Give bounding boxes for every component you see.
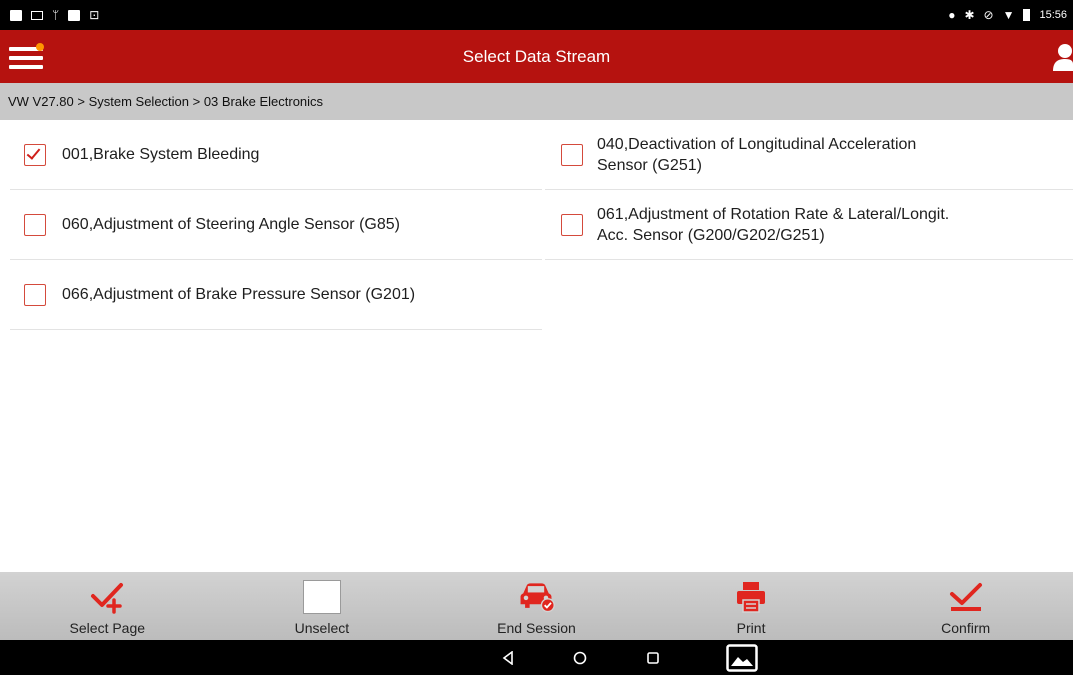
item-label-line: 061,Adjustment of Rotation Rate & Latera… — [597, 205, 950, 223]
item-label-line: Acc. Sensor (G200/G202/G251) — [597, 226, 825, 244]
checkbox-checked[interactable] — [24, 143, 46, 166]
confirm-label: Confirm — [941, 620, 991, 636]
usb-icon: ᛘ — [52, 8, 60, 22]
cast-icon — [31, 10, 43, 20]
checkbox[interactable] — [24, 283, 46, 306]
printer-icon — [731, 579, 771, 615]
check-icon — [26, 144, 41, 160]
list-item[interactable]: 066,Adjustment of Brake Pressure Sensor … — [10, 260, 542, 330]
hamburger-menu-icon[interactable] — [9, 41, 49, 73]
app-bar: Select Data Stream — [0, 30, 1073, 83]
select-page-icon — [87, 579, 127, 615]
print-button[interactable]: Print — [644, 572, 859, 640]
navigation-bar — [0, 640, 1073, 675]
wifi-icon: ▼ — [1002, 8, 1015, 22]
item-label: 060,Adjustment of Steering Angle Sensor … — [62, 216, 400, 233]
checkbox[interactable] — [561, 143, 583, 166]
unselect-button[interactable]: Unselect — [215, 572, 430, 640]
unselect-icon — [302, 579, 342, 615]
item-label-wrap: 040,Deactivation of Longitudinal Acceler… — [597, 134, 916, 176]
back-icon[interactable] — [493, 640, 523, 675]
print-label: Print — [736, 620, 766, 636]
list-item[interactable]: 061,Adjustment of Rotation Rate & Latera… — [545, 190, 1073, 260]
location-icon: ● — [948, 8, 956, 22]
user-icon[interactable] — [1051, 42, 1073, 72]
item-label-wrap: 061,Adjustment of Rotation Rate & Latera… — [597, 204, 949, 246]
status-bar: ᛘ ⊡ ● ✱ ⊘ ▼ 15:56 — [0, 0, 1073, 30]
list-item[interactable]: 001,Brake System Bleeding — [10, 120, 542, 190]
confirm-icon — [946, 579, 986, 615]
checkbox[interactable] — [24, 213, 46, 236]
image-icon — [68, 9, 81, 21]
do-not-disturb-icon: ⊘ — [983, 8, 994, 22]
list-item[interactable]: 060,Adjustment of Steering Angle Sensor … — [10, 190, 542, 260]
data-stream-list: 001,Brake System Bleeding 040,Deactivati… — [0, 120, 1073, 572]
notification-dot — [36, 43, 44, 51]
checkbox[interactable] — [561, 213, 583, 236]
screenshot-icon: ⊡ — [89, 8, 100, 22]
page-title: Select Data Stream — [462, 46, 611, 66]
breadcrumb: VW V27.80 > System Selection > 03 Brake … — [0, 83, 1073, 120]
status-time: 15:56 — [1039, 9, 1067, 21]
select-page-button[interactable]: Select Page — [0, 572, 215, 640]
unselect-label: Unselect — [294, 620, 350, 636]
bluetooth-icon: ✱ — [964, 8, 975, 22]
list-item[interactable]: 040,Deactivation of Longitudinal Acceler… — [545, 120, 1073, 190]
end-session-button[interactable]: End Session — [429, 572, 644, 640]
item-label-line: 040,Deactivation of Longitudinal Acceler… — [597, 135, 917, 153]
battery-icon — [1023, 9, 1031, 21]
item-label: 001,Brake System Bleeding — [62, 146, 260, 163]
car-icon — [516, 579, 556, 615]
item-label: 066,Adjustment of Brake Pressure Sensor … — [62, 286, 416, 303]
image-icon — [10, 9, 22, 21]
status-left-icons: ᛘ ⊡ — [10, 9, 99, 21]
end-session-label: End Session — [497, 620, 576, 636]
confirm-button[interactable]: Confirm — [858, 572, 1073, 640]
recents-icon[interactable] — [638, 640, 668, 675]
gallery-icon[interactable] — [722, 640, 762, 675]
item-label-line: Sensor (G251) — [597, 156, 702, 174]
home-icon[interactable] — [565, 640, 595, 675]
bottom-toolbar: Select Page Unselect End Session Print C… — [0, 572, 1073, 640]
status-right-icons: ● ✱ ⊘ ▼ 15:56 — [948, 9, 1067, 21]
select-page-label: Select Page — [69, 620, 146, 636]
